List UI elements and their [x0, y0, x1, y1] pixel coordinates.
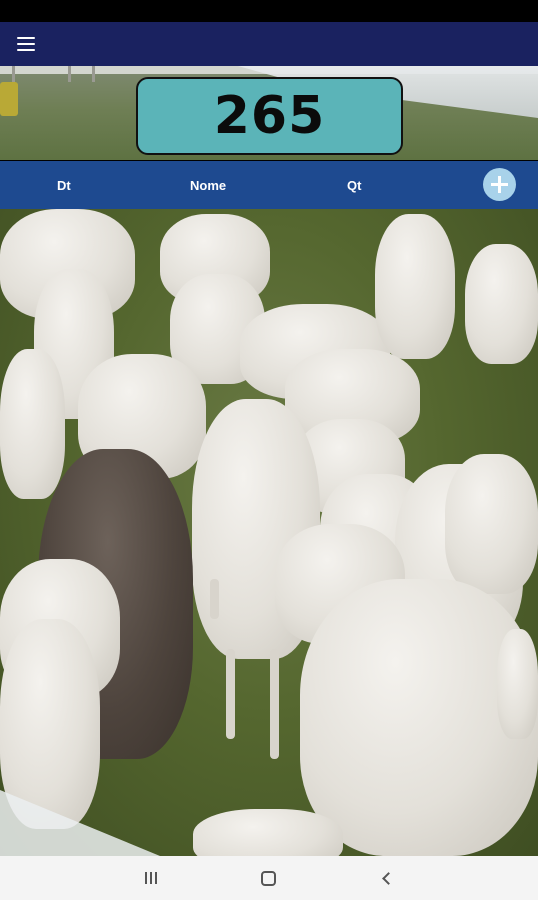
- app-bar: [0, 22, 538, 66]
- fence-post: [12, 66, 15, 82]
- nav-recents-button[interactable]: [129, 856, 173, 900]
- column-header-dt[interactable]: Dt: [57, 161, 71, 209]
- cow: [465, 244, 538, 364]
- recents-icon: [145, 872, 157, 884]
- cow: [0, 349, 65, 499]
- status-bar: [0, 0, 538, 22]
- column-header-nome[interactable]: Nome: [190, 161, 226, 209]
- table-header: Dt Nome Qt: [0, 161, 538, 209]
- cow: [193, 809, 343, 856]
- cow-leg: [226, 649, 235, 739]
- yellow-grass-tuft: [0, 82, 18, 116]
- cow: [445, 454, 538, 594]
- cow-leg: [270, 649, 279, 759]
- cow-leg: [210, 579, 219, 619]
- counter-display: 265: [136, 77, 403, 155]
- back-icon: [381, 871, 395, 885]
- nav-back-button[interactable]: [364, 856, 408, 900]
- home-icon: [260, 870, 276, 886]
- menu-button[interactable]: [0, 22, 52, 66]
- cow: [375, 214, 455, 359]
- system-nav-bar: [0, 856, 538, 900]
- add-button[interactable]: [483, 168, 516, 201]
- fence-post: [68, 66, 71, 82]
- column-header-qt[interactable]: Qt: [347, 161, 361, 209]
- nav-home-button[interactable]: [246, 856, 290, 900]
- background-photo-herd: [0, 209, 538, 856]
- hamburger-menu-icon: [17, 37, 35, 51]
- cow: [497, 629, 538, 739]
- fence-post: [92, 66, 95, 82]
- counter-value: 265: [213, 86, 326, 146]
